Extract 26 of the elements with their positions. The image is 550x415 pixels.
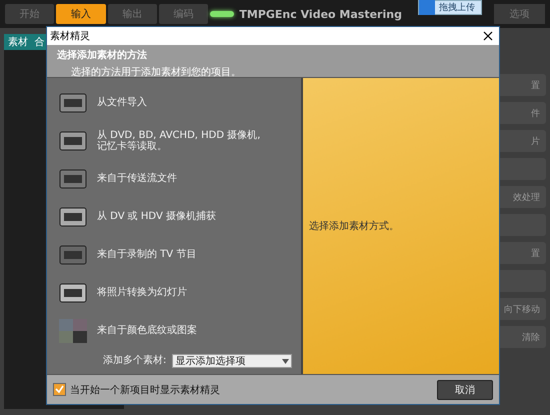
upload-button[interactable]: 拖拽上传: [418, 0, 482, 15]
method-option[interactable]: 来自于录制的 TV 节目: [97, 249, 196, 261]
method-option[interactable]: 从 DVD, BD, AVCHD, HDD 摄像机, 记忆卡等读取。: [97, 130, 260, 152]
multi-add-label: 添加多个素材:: [103, 355, 166, 367]
top-tab[interactable]: 输出: [108, 4, 158, 24]
top-tab[interactable]: 开始: [5, 4, 54, 24]
checkbox-label: 当开始一个新项目时显示素材精灵: [70, 384, 220, 396]
cancel-button[interactable]: 取消: [437, 380, 493, 400]
multi-add-dropdown[interactable]: 显示添加选择项: [172, 354, 292, 368]
color-swatch-icon: [59, 319, 87, 343]
checkbox[interactable]: [53, 383, 66, 396]
close-icon[interactable]: [483, 31, 493, 41]
info-text: 选择添加素材方式。: [309, 220, 399, 233]
method-option[interactable]: 从 DV 或 HDV 摄像机捕获: [97, 211, 216, 223]
method-option[interactable]: 将照片转换为幻灯片: [97, 287, 187, 299]
caret-icon: [282, 358, 290, 364]
top-tab[interactable]: 编码: [159, 4, 208, 24]
options-tab[interactable]: 选项: [494, 4, 546, 24]
method-option[interactable]: 来自于颜色底纹或图案: [97, 325, 197, 337]
method-option[interactable]: 从文件导入: [97, 97, 147, 109]
status-light-icon: [210, 11, 234, 17]
app-logo: TMPGEnc Video Mastering: [239, 8, 402, 20]
method-option[interactable]: 来自于传送流文件: [97, 173, 177, 185]
dialog-subheading: 选择的方法用于添加素材到您的项目。: [70, 66, 242, 79]
top-tab[interactable]: 输入: [56, 4, 106, 24]
dialog-heading: 选择添加素材的方法: [57, 48, 148, 62]
